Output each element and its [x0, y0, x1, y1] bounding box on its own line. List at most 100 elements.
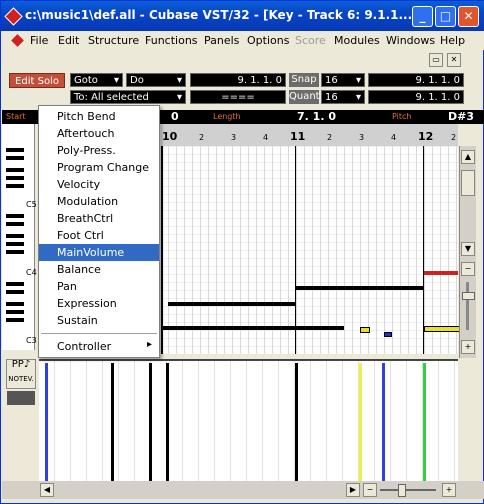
cubase-diamond-icon[interactable]: [4, 7, 23, 26]
controller-bar[interactable]: [111, 363, 114, 481]
note-yellow[interactable]: [424, 326, 460, 332]
document-diamond-icon[interactable]: [11, 34, 24, 47]
note-yellow[interactable]: [360, 327, 370, 333]
note-event[interactable]: [168, 302, 295, 306]
menu-item-breathctrl[interactable]: BreathCtrl: [39, 210, 159, 227]
controller-lane[interactable]: [39, 359, 458, 482]
horizontal-scrollbar[interactable]: ◀ ▶ − +: [2, 481, 484, 499]
black-key[interactable]: [6, 214, 24, 218]
pitch-value[interactable]: D#3: [448, 110, 474, 123]
black-key[interactable]: [6, 148, 24, 152]
black-key[interactable]: [6, 168, 24, 172]
close-icon[interactable]: ✕: [458, 6, 479, 27]
start-value[interactable]: 0: [171, 110, 179, 123]
horizontal-zoom-thumb[interactable]: [398, 484, 406, 497]
menu-item-program-change[interactable]: Program Change: [39, 159, 159, 176]
scroll-left-icon[interactable]: ◀: [40, 483, 54, 497]
menu-item-mainvolume[interactable]: MainVolume: [39, 244, 159, 261]
maximize-icon[interactable]: □: [435, 6, 456, 27]
controller-level-box[interactable]: [7, 391, 35, 405]
black-key[interactable]: [6, 222, 24, 226]
controller-bar[interactable]: [359, 363, 362, 481]
menu-item-aftertouch[interactable]: Aftertouch: [39, 125, 159, 142]
scroll-thumb[interactable]: [461, 170, 475, 196]
do-dropdown[interactable]: Do: [126, 73, 186, 87]
menu-modules[interactable]: Modules: [334, 34, 380, 47]
menu-item-pan[interactable]: Pan: [39, 278, 159, 295]
position-field-1[interactable]: 9. 1. 1. 0: [190, 73, 286, 87]
black-key[interactable]: [6, 318, 24, 322]
menu-item-velocity[interactable]: Velocity: [39, 176, 159, 193]
black-key[interactable]: [6, 302, 24, 306]
menu-item-foot-ctrl[interactable]: Foot Ctrl: [39, 227, 159, 244]
black-key[interactable]: [6, 242, 24, 246]
position-field-3[interactable]: 9. 1. 1. 0: [368, 90, 464, 104]
title-bar[interactable]: c:\music1\def.all - Cubase VST/32 - [Key…: [1, 1, 484, 31]
snap-dropdown[interactable]: 16: [321, 73, 365, 87]
menu-help[interactable]: Help: [440, 34, 465, 47]
black-key[interactable]: [6, 156, 24, 160]
menu-windows[interactable]: Windows: [386, 34, 435, 47]
controller-bar[interactable]: [45, 363, 48, 481]
hzoom-minus-icon[interactable]: −: [363, 483, 377, 497]
goto-dropdown[interactable]: Goto: [70, 73, 123, 87]
menu-item-sustain[interactable]: Sustain: [39, 312, 159, 329]
menu-item-modulation[interactable]: Modulation: [39, 193, 159, 210]
menu-functions[interactable]: Functions: [145, 34, 198, 47]
equals-field[interactable]: ====: [190, 90, 286, 104]
menu-panels[interactable]: Panels: [204, 34, 239, 47]
note-blue[interactable]: [384, 332, 392, 337]
time-ruler[interactable]: [161, 124, 458, 147]
minimize-icon[interactable]: _: [412, 6, 433, 27]
menu-score[interactable]: Score: [295, 34, 326, 47]
menu-file[interactable]: File: [30, 34, 48, 47]
scroll-down-icon[interactable]: ▼: [461, 242, 475, 256]
key-label-c3: C3: [26, 336, 37, 345]
scroll-up-icon[interactable]: ▲: [461, 150, 475, 164]
to-all-selected-dropdown[interactable]: To: All selected: [70, 90, 186, 104]
piano-keyboard[interactable]: C5 C4 C3: [2, 124, 37, 350]
menu-item-balance[interactable]: Balance: [39, 261, 159, 278]
black-key[interactable]: [6, 290, 24, 294]
zoom-minus-icon[interactable]: −: [461, 262, 475, 276]
scroll-right-icon[interactable]: ▶: [346, 483, 360, 497]
controller-select-box[interactable]: PP♪ NOTEV.: [6, 359, 36, 389]
edit-solo-button[interactable]: Edit Solo: [9, 73, 65, 88]
mdi-restore-icon[interactable]: ▭: [429, 53, 443, 67]
window-title: c:\music1\def.all - Cubase VST/32 - [Key…: [25, 8, 417, 22]
black-key[interactable]: [6, 250, 24, 254]
menu-edit[interactable]: Edit: [58, 34, 79, 47]
black-key[interactable]: [6, 310, 24, 314]
note-red[interactable]: [424, 271, 458, 275]
vertical-zoom-slider[interactable]: [466, 282, 469, 330]
controller-bar[interactable]: [166, 363, 169, 481]
vertical-scrollbar[interactable]: ▲ ▼ − +: [459, 146, 476, 358]
length-value[interactable]: 7. 1. 0: [297, 110, 336, 123]
position-field-2[interactable]: 9. 1. 1. 0: [368, 73, 464, 87]
note-event[interactable]: [161, 326, 344, 330]
quant-dropdown[interactable]: 16: [321, 90, 365, 104]
menu-item-pitch-bend[interactable]: Pitch Bend: [39, 108, 159, 125]
mdi-close-icon[interactable]: ✕: [447, 53, 461, 67]
controller-bar[interactable]: [423, 363, 426, 481]
menu-options[interactable]: Options: [247, 34, 289, 47]
black-key[interactable]: [6, 282, 24, 286]
controller-bar[interactable]: [295, 363, 298, 481]
black-key[interactable]: [6, 184, 24, 188]
controller-bar[interactable]: [382, 363, 385, 481]
zoom-plus-icon[interactable]: +: [461, 340, 475, 354]
menu-item-expression[interactable]: Expression: [39, 295, 159, 312]
note-grid[interactable]: [161, 146, 460, 354]
menu-structure[interactable]: Structure: [88, 34, 139, 47]
controller-bar[interactable]: [149, 363, 152, 481]
controller-context-menu: Pitch Bend Aftertouch Poly-Press. Progra…: [38, 105, 160, 358]
menu-item-poly-press[interactable]: Poly-Press.: [39, 142, 159, 159]
note-event[interactable]: [296, 286, 423, 290]
black-key[interactable]: [6, 176, 24, 180]
hzoom-plus-icon[interactable]: +: [442, 483, 456, 497]
black-key[interactable]: [6, 234, 24, 238]
menu-item-controller[interactable]: Controller: [39, 338, 159, 355]
horizontal-zoom-slider[interactable]: [380, 489, 436, 491]
vertical-zoom-thumb[interactable]: [462, 292, 475, 300]
hscroll-track[interactable]: [54, 483, 346, 497]
